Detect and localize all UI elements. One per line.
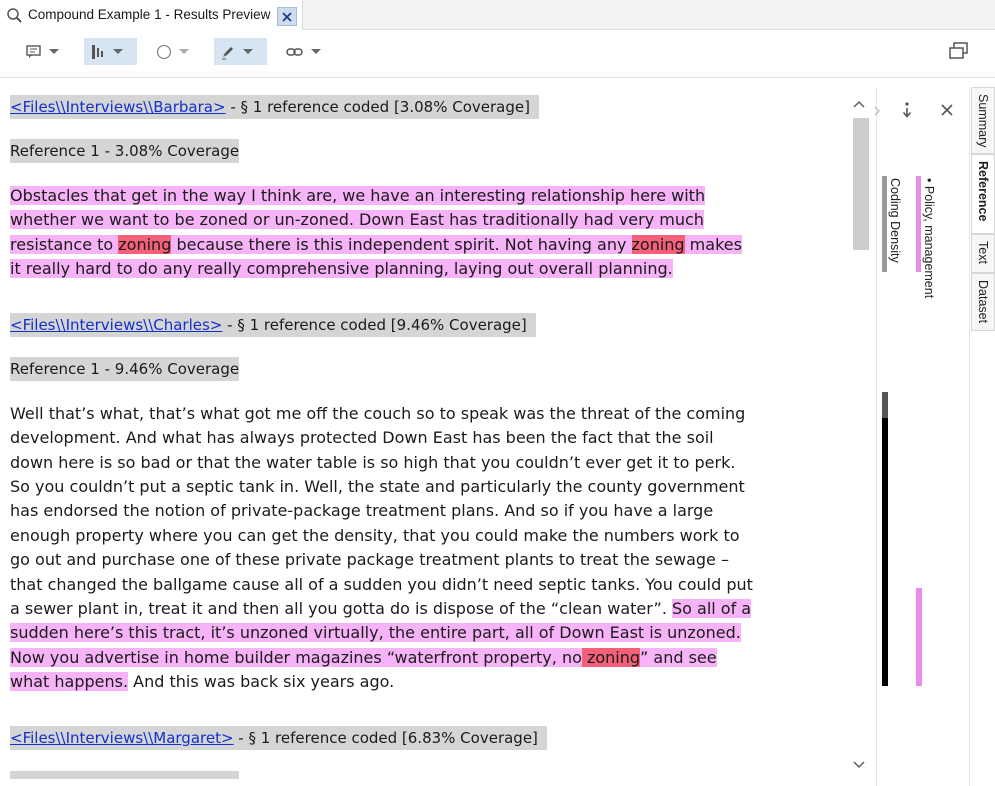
circle-icon bbox=[156, 44, 172, 59]
highlight-button[interactable] bbox=[150, 38, 195, 65]
source-header-barbara: <Files\\Interviews\\Barbara> - § 1 refer… bbox=[10, 95, 540, 119]
node-header-bar bbox=[916, 176, 921, 272]
text-line[interactable]: a sewer plant in, treat it and then all … bbox=[10, 597, 752, 621]
move-icon[interactable] bbox=[900, 101, 914, 119]
edit-button[interactable] bbox=[214, 38, 267, 65]
restore-window-icon bbox=[949, 42, 968, 59]
text-line[interactable]: has endorsed the notion of private-packa… bbox=[10, 499, 713, 523]
text-line[interactable]: what happens. And this was back six year… bbox=[10, 670, 394, 694]
coding-density-stripe[interactable] bbox=[882, 392, 888, 686]
text-line[interactable]: sudden here’s this tract, it’s unzoned v… bbox=[10, 621, 741, 645]
text-line[interactable]: it really hard to do any really comprehe… bbox=[10, 257, 673, 281]
close-icon bbox=[282, 11, 292, 22]
close-tab-button[interactable] bbox=[277, 7, 297, 26]
expand-left-icon[interactable] bbox=[874, 106, 880, 116]
source-link-barbara[interactable]: <Files\\Interviews\\Barbara> bbox=[10, 98, 226, 116]
coding-stripes-button[interactable] bbox=[84, 38, 137, 65]
reference-header: Reference 1 - 9.46% Coverage bbox=[10, 357, 240, 381]
link-icon bbox=[286, 47, 303, 56]
coverage-summary: - § 1 reference coded [3.08% Coverage] bbox=[225, 98, 530, 116]
text-line[interactable]: down here is so bad or that the water ta… bbox=[10, 451, 735, 475]
search-hit: zoning bbox=[581, 648, 641, 667]
annotations-button[interactable] bbox=[20, 38, 65, 65]
node-name: Policy, management bbox=[922, 185, 936, 299]
close-panel-icon[interactable] bbox=[941, 104, 953, 116]
restore-window-button[interactable] bbox=[949, 42, 969, 65]
text-line[interactable]: So you couldn’t put a septic tank in. We… bbox=[10, 475, 745, 499]
pen-icon bbox=[222, 46, 233, 59]
tab-text[interactable]: Text bbox=[971, 234, 995, 273]
text-line[interactable]: enough property where you can get the de… bbox=[10, 524, 740, 548]
coded-text: So all of a bbox=[671, 599, 752, 618]
chevron-down-icon bbox=[311, 49, 321, 54]
source-header-charles: <Files\\Interviews\\Charles> - § 1 refer… bbox=[10, 313, 537, 337]
tab-reference[interactable]: Reference bbox=[971, 154, 995, 234]
text-line[interactable]: that changed the ballgame cause all of a… bbox=[10, 573, 753, 597]
tab-label: Dataset bbox=[976, 280, 990, 324]
scroll-up-icon[interactable] bbox=[853, 100, 865, 108]
search-hit: zoning bbox=[631, 235, 685, 254]
scroll-down-icon[interactable] bbox=[853, 761, 865, 769]
source-link-margaret[interactable]: <Files\\Interviews\\Margaret> bbox=[10, 729, 234, 747]
text-line[interactable]: Now you advertise in home builder magazi… bbox=[10, 646, 717, 670]
coverage-summary: - § 1 reference coded [9.46% Coverage] bbox=[222, 316, 527, 334]
tab-dataset[interactable]: Dataset bbox=[971, 273, 995, 331]
coding-stripes-icon bbox=[92, 44, 103, 59]
links-button[interactable] bbox=[280, 38, 327, 65]
coded-text: resistance to bbox=[10, 235, 119, 254]
tab-label: Reference bbox=[976, 161, 990, 222]
search-hit: zoning bbox=[118, 235, 172, 254]
coded-text: sudden here’s this tract, it’s unzoned v… bbox=[10, 623, 741, 642]
source-link-charles[interactable]: <Files\\Interviews\\Charles> bbox=[10, 316, 222, 334]
text-line[interactable]: Obstacles that get in the way I think ar… bbox=[10, 184, 706, 208]
annotation-icon bbox=[26, 44, 41, 58]
coded-text: what happens. bbox=[10, 672, 129, 691]
tab-title: Compound Example 1 - Results Preview bbox=[28, 7, 271, 22]
coded-text: Obstacles that get in the way I think ar… bbox=[10, 186, 706, 205]
node-label: • Policy, management bbox=[922, 178, 936, 299]
tab-label: Text bbox=[976, 241, 990, 264]
reference-header: Reference 1 - 3.08% Coverage bbox=[10, 139, 240, 163]
search-preview-icon bbox=[7, 8, 22, 23]
tab-label: Summary bbox=[976, 94, 990, 148]
coverage-summary: - § 1 reference coded [6.83% Coverage] bbox=[233, 729, 538, 747]
text-line[interactable]: Well that’s what, that’s what got me off… bbox=[10, 402, 745, 426]
reference-header-partial bbox=[10, 771, 239, 779]
scrollbar-thumb[interactable] bbox=[853, 118, 869, 250]
coded-text: whether we want to be zoned or un-zoned.… bbox=[10, 210, 704, 229]
chevron-down-icon bbox=[49, 49, 59, 54]
coded-text: because there is this independent spirit… bbox=[171, 235, 632, 254]
text-line[interactable]: resistance to zoning because there is th… bbox=[10, 233, 742, 257]
text-line[interactable]: whether we want to be zoned or un-zoned.… bbox=[10, 208, 704, 232]
node-coding-stripe[interactable] bbox=[916, 588, 922, 686]
text-line[interactable]: go out and purchase one of these private… bbox=[10, 548, 729, 572]
chevron-down-icon bbox=[243, 49, 253, 54]
document-view: <Files\\Interviews\\Barbara> - § 1 refer… bbox=[0, 79, 848, 786]
chevron-down-icon bbox=[179, 49, 189, 54]
source-header-margaret: <Files\\Interviews\\Margaret> - § 1 refe… bbox=[10, 726, 548, 750]
plain-text: And this was back six years ago. bbox=[128, 672, 395, 691]
coded-text: Now you advertise in home builder magazi… bbox=[10, 648, 582, 667]
chevron-down-icon bbox=[113, 49, 123, 54]
plain-text: a sewer plant in, treat it and then all … bbox=[10, 599, 672, 618]
coded-text: it really hard to do any really comprehe… bbox=[10, 259, 673, 278]
tab-summary[interactable]: Summary bbox=[971, 87, 995, 154]
coded-text: ” and see bbox=[640, 648, 717, 667]
coding-density-label: Coding Density bbox=[888, 178, 902, 263]
density-header-bar bbox=[882, 176, 887, 272]
text-line[interactable]: development. And what has always protect… bbox=[10, 426, 714, 450]
coding-density-stripe-light bbox=[882, 392, 888, 418]
coded-text: makes bbox=[684, 235, 742, 254]
